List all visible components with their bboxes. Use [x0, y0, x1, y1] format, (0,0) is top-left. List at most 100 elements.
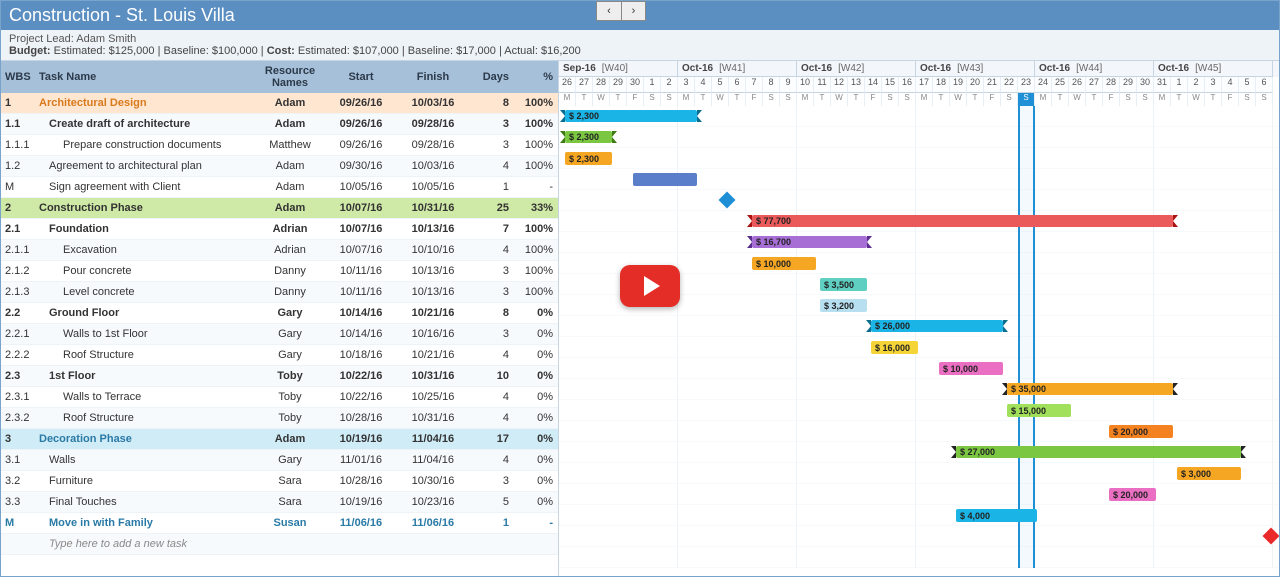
gantt-bar[interactable]: $ 20,000	[1109, 425, 1173, 438]
cell-start[interactable]: 10/18/16	[325, 347, 397, 363]
cell-days[interactable]: 1	[469, 515, 513, 531]
table-row[interactable]: 2.2.1Walls to 1st FloorGary10/14/1610/16…	[1, 324, 558, 345]
cell-resource[interactable]: Sara	[255, 494, 325, 510]
cell-days[interactable]: 8	[469, 305, 513, 321]
cell-percent[interactable]: 0%	[513, 494, 557, 510]
cell-task[interactable]: Foundation	[35, 221, 255, 237]
table-row[interactable]: 1.1.1Prepare construction documentsMatth…	[1, 135, 558, 156]
cell-resource[interactable]: Adam	[255, 431, 325, 447]
cell-resource[interactable]: Adam	[255, 95, 325, 111]
table-row[interactable]: 2.3.2Roof StructureToby10/28/1610/31/164…	[1, 408, 558, 429]
cell-resource[interactable]: Sara	[255, 473, 325, 489]
cell-percent[interactable]: -	[513, 515, 557, 531]
gantt-bar[interactable]: $ 35,000	[1007, 383, 1173, 395]
cell-start[interactable]: 10/11/16	[325, 263, 397, 279]
gantt-bar[interactable]: $ 2,300	[565, 152, 612, 165]
gantt-pane[interactable]: Sep-16[W40]Oct-16[W41]Oct-16[W42]Oct-16[…	[559, 61, 1279, 576]
cell-finish[interactable]: 11/04/16	[397, 431, 469, 447]
cell-percent[interactable]: 0%	[513, 368, 557, 384]
cell-resource[interactable]: Gary	[255, 305, 325, 321]
cell-start[interactable]: 10/14/16	[325, 305, 397, 321]
cell-days[interactable]: 8	[469, 95, 513, 111]
gantt-bar[interactable]: $ 3,200	[820, 299, 867, 312]
cell-start[interactable]: 10/05/16	[325, 179, 397, 195]
table-row[interactable]: 2.1.2Pour concreteDanny10/11/1610/13/163…	[1, 261, 558, 282]
cell-finish[interactable]: 10/13/16	[397, 284, 469, 300]
add-task-row[interactable]: Type here to add a new task	[1, 534, 558, 555]
cell-resource[interactable]: Danny	[255, 263, 325, 279]
cell-task[interactable]: Architectural Design	[35, 95, 255, 111]
cell-finish[interactable]: 11/04/16	[397, 452, 469, 468]
cell-resource[interactable]: Adam	[255, 200, 325, 216]
table-row[interactable]: 2.2Ground FloorGary10/14/1610/21/1680%	[1, 303, 558, 324]
gantt-chart[interactable]: $ 2,300$ 2,300$ 2,300$ 77,700$ 16,700$ 1…	[559, 106, 1279, 568]
cell-start[interactable]: 09/26/16	[325, 137, 397, 153]
cell-days[interactable]: 3	[469, 284, 513, 300]
table-row[interactable]: 2.1FoundationAdrian10/07/1610/13/167100%	[1, 219, 558, 240]
gantt-bar[interactable]: $ 2,300	[565, 110, 697, 122]
cell-finish[interactable]: 10/31/16	[397, 368, 469, 384]
nav-prev-button[interactable]: ‹	[597, 2, 621, 20]
cell-finish[interactable]: 10/23/16	[397, 494, 469, 510]
gantt-bar[interactable]: $ 10,000	[752, 257, 816, 270]
gantt-bar[interactable]: $ 10,000	[939, 362, 1003, 375]
cell-finish[interactable]: 10/10/16	[397, 242, 469, 258]
cell-days[interactable]: 7	[469, 221, 513, 237]
table-row[interactable]: 2.3.1Walls to TerraceToby10/22/1610/25/1…	[1, 387, 558, 408]
table-row[interactable]: 3.2FurnitureSara10/28/1610/30/1630%	[1, 471, 558, 492]
cell-percent[interactable]: 0%	[513, 389, 557, 405]
cell-finish[interactable]: 10/25/16	[397, 389, 469, 405]
cell-finish[interactable]: 11/06/16	[397, 515, 469, 531]
cell-percent[interactable]: 100%	[513, 284, 557, 300]
cell-start[interactable]: 10/14/16	[325, 326, 397, 342]
cell-resource[interactable]: Adam	[255, 116, 325, 132]
col-percent[interactable]: %	[513, 69, 557, 85]
cell-percent[interactable]: 100%	[513, 263, 557, 279]
cell-task[interactable]: Excavation	[35, 242, 255, 258]
cell-days[interactable]: 5	[469, 494, 513, 510]
table-row[interactable]: 2.1.3Level concreteDanny10/11/1610/13/16…	[1, 282, 558, 303]
table-row[interactable]: MSign agreement with ClientAdam10/05/161…	[1, 177, 558, 198]
cell-finish[interactable]: 10/16/16	[397, 326, 469, 342]
cell-task[interactable]: Walls to Terrace	[35, 389, 255, 405]
col-wbs[interactable]: WBS	[1, 69, 35, 85]
cell-task[interactable]: Ground Floor	[35, 305, 255, 321]
cell-days[interactable]: 4	[469, 347, 513, 363]
col-task[interactable]: Task Name	[35, 69, 255, 85]
cell-task[interactable]: Roof Structure	[35, 410, 255, 426]
cell-percent[interactable]: 0%	[513, 347, 557, 363]
cell-days[interactable]: 3	[469, 263, 513, 279]
cell-finish[interactable]: 09/28/16	[397, 137, 469, 153]
cell-percent[interactable]: 0%	[513, 305, 557, 321]
gantt-bar[interactable]	[633, 173, 697, 186]
cell-percent[interactable]: 0%	[513, 473, 557, 489]
cell-start[interactable]: 10/07/16	[325, 221, 397, 237]
table-row[interactable]: MMove in with FamilySusan11/06/1611/06/1…	[1, 513, 558, 534]
cell-days[interactable]: 25	[469, 200, 513, 216]
cell-days[interactable]: 3	[469, 326, 513, 342]
cell-resource[interactable]: Gary	[255, 452, 325, 468]
cell-days[interactable]: 3	[469, 473, 513, 489]
gantt-bar[interactable]: $ 26,000	[871, 320, 1003, 332]
cell-finish[interactable]: 10/31/16	[397, 200, 469, 216]
cell-percent[interactable]: 100%	[513, 242, 557, 258]
table-row[interactable]: 3Decoration PhaseAdam10/19/1611/04/16170…	[1, 429, 558, 450]
cell-finish[interactable]: 10/03/16	[397, 158, 469, 174]
cell-finish[interactable]: 10/13/16	[397, 221, 469, 237]
cell-resource[interactable]: Gary	[255, 326, 325, 342]
cell-days[interactable]: 4	[469, 389, 513, 405]
table-row[interactable]: 3.1WallsGary11/01/1611/04/1640%	[1, 450, 558, 471]
cell-start[interactable]: 09/30/16	[325, 158, 397, 174]
gantt-bar[interactable]: $ 15,000	[1007, 404, 1071, 417]
cell-task[interactable]: Pour concrete	[35, 263, 255, 279]
cell-finish[interactable]: 10/05/16	[397, 179, 469, 195]
table-row[interactable]: 2Construction PhaseAdam10/07/1610/31/162…	[1, 198, 558, 219]
col-start[interactable]: Start	[325, 69, 397, 85]
cell-task[interactable]: Furniture	[35, 473, 255, 489]
cell-start[interactable]: 10/07/16	[325, 200, 397, 216]
cell-resource[interactable]: Adam	[255, 179, 325, 195]
cell-task[interactable]: Decoration Phase	[35, 431, 255, 447]
cell-start[interactable]: 10/28/16	[325, 473, 397, 489]
cell-task[interactable]: Walls	[35, 452, 255, 468]
cell-task[interactable]: Agreement to architectural plan	[35, 158, 255, 174]
